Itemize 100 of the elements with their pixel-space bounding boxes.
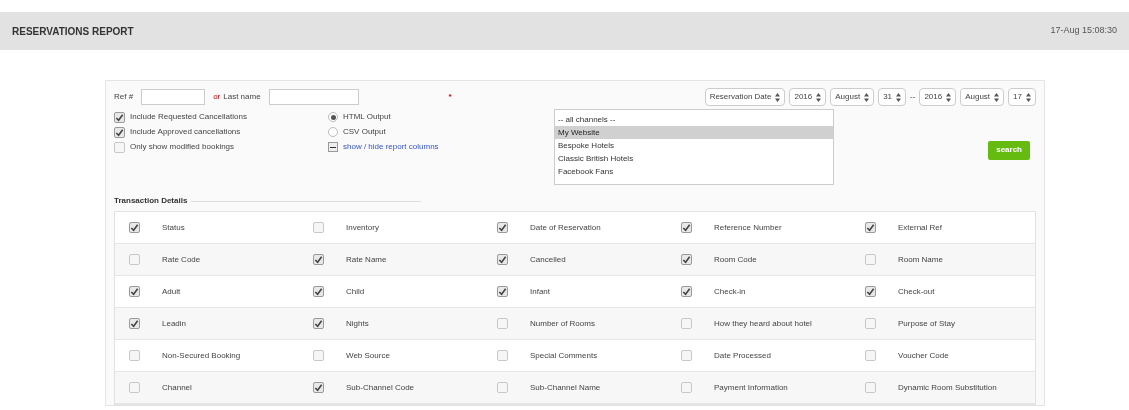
- checkbox[interactable]: [681, 382, 692, 393]
- checkbox[interactable]: [865, 350, 876, 361]
- option-label: Include Approved cancellations: [130, 126, 241, 138]
- checkbox[interactable]: [313, 318, 324, 329]
- column-label: Sub-Channel Name: [530, 381, 601, 394]
- last-name-field[interactable]: [268, 89, 359, 105]
- date-type-select[interactable]: Reservation Date: [704, 88, 786, 106]
- range-separator: --: [910, 91, 916, 103]
- checkbox[interactable]: [681, 318, 692, 329]
- channel-option[interactable]: Classic British Hotels: [555, 152, 833, 165]
- timestamp: 17-Aug 15:08:30: [1050, 24, 1117, 38]
- checkbox[interactable]: [497, 254, 508, 265]
- checkbox[interactable]: [497, 382, 508, 393]
- option-label: Only show modified bookings: [130, 141, 235, 153]
- column-label: Purpose of Stay: [898, 317, 955, 330]
- month-select[interactable]: August: [830, 88, 875, 106]
- checkbox[interactable]: [865, 382, 876, 393]
- checkbox[interactable]: [129, 254, 140, 265]
- column-label: Date of Reservation: [530, 221, 601, 234]
- checkbox[interactable]: [129, 318, 140, 329]
- column-label: How they heard about hotel: [714, 317, 812, 330]
- channel-option[interactable]: My Website: [555, 126, 833, 139]
- checkbox[interactable]: [129, 222, 140, 233]
- column-label: Non-Secured Booking: [162, 349, 241, 362]
- column-label: Dynamic Room Substitution: [898, 381, 997, 394]
- sort-arrows-icon: [816, 92, 822, 102]
- column-label: Check-in: [714, 285, 746, 298]
- column-label: Rate Name: [346, 253, 387, 266]
- column-label: Web Source: [346, 349, 390, 362]
- column-label: External Ref: [898, 221, 943, 234]
- day-select[interactable]: 17: [1008, 88, 1036, 106]
- channel-option[interactable]: -- all channels --: [555, 113, 833, 126]
- month-select[interactable]: August: [960, 88, 1005, 106]
- checkbox[interactable]: [497, 286, 508, 297]
- column-label: Room Code: [714, 253, 757, 266]
- sort-arrows-icon: [994, 92, 1000, 102]
- column-label: Date Processed: [714, 349, 771, 362]
- sort-arrows-icon: [1026, 92, 1031, 102]
- column-label: Adult: [162, 285, 181, 298]
- checkbox[interactable]: [114, 111, 125, 123]
- checkbox[interactable]: [681, 254, 692, 265]
- checkbox[interactable]: [129, 286, 140, 297]
- or-label: or: [213, 91, 221, 103]
- checkbox[interactable]: [114, 126, 125, 138]
- column-label: Channel: [162, 381, 192, 394]
- column-label: Number of Rooms: [530, 317, 595, 330]
- checkbox[interactable]: [865, 318, 876, 329]
- column-label: Cancelled: [530, 253, 566, 266]
- page-title: RESERVATIONS REPORT: [12, 24, 134, 39]
- channel-list[interactable]: -- all channels -- My Website Bespoke Hotels Classic British Hotels Facebook Fans: [554, 109, 834, 185]
- checkbox[interactable]: [129, 350, 140, 361]
- column-label: Inventory: [346, 221, 379, 234]
- checkbox[interactable]: [313, 382, 324, 393]
- column-label: Rate Code: [162, 253, 201, 266]
- sort-arrows-icon: [896, 92, 902, 102]
- sort-arrows-icon: [946, 92, 952, 102]
- checkbox[interactable]: [313, 254, 324, 265]
- year-select[interactable]: 2016: [919, 88, 957, 106]
- ref-label: Ref #: [114, 91, 134, 103]
- required-mark: *: [448, 91, 452, 103]
- radio-button[interactable]: [328, 112, 338, 122]
- column-label: Reference Number: [714, 221, 782, 234]
- channel-option[interactable]: Facebook Fans: [555, 165, 833, 178]
- column-label: Leadin: [162, 317, 187, 330]
- checkbox[interactable]: [865, 286, 876, 297]
- column-label: Status: [162, 221, 185, 234]
- column-label: Sub-Channel Code: [346, 381, 415, 394]
- column-label: Voucher Code: [898, 349, 949, 362]
- output-label: CSV Output: [343, 126, 386, 138]
- channel-option[interactable]: Bespoke Hotels: [555, 139, 833, 152]
- checkbox[interactable]: [129, 382, 140, 393]
- checkbox[interactable]: [865, 222, 876, 233]
- collapse-icon[interactable]: [328, 142, 338, 152]
- columns-toggle-link[interactable]: show / hide report columns: [343, 141, 439, 153]
- checkbox[interactable]: [313, 222, 324, 233]
- checkbox[interactable]: [681, 222, 692, 233]
- day-select[interactable]: 31: [878, 88, 907, 106]
- column-label: Nights: [346, 317, 369, 330]
- checkbox[interactable]: [313, 286, 324, 297]
- column-label: Child: [346, 285, 365, 298]
- checkbox[interactable]: [497, 318, 508, 329]
- section-title: Transaction Details: [114, 195, 188, 207]
- column-label: Check-out: [898, 285, 935, 298]
- ref-field[interactable]: [141, 89, 206, 105]
- radio-button[interactable]: [328, 127, 338, 137]
- column-label: Special Comments: [530, 349, 598, 362]
- output-label: HTML Output: [343, 111, 391, 123]
- checkbox[interactable]: [497, 350, 508, 361]
- checkbox[interactable]: [114, 141, 125, 153]
- checkbox[interactable]: [681, 350, 692, 361]
- last-name-label: Last name: [223, 91, 261, 103]
- column-label: Infant: [530, 285, 550, 298]
- option-label: Include Requested Cancellations: [130, 111, 247, 123]
- checkbox[interactable]: [865, 254, 876, 265]
- sort-arrows-icon: [775, 92, 781, 102]
- checkbox[interactable]: [681, 286, 692, 297]
- column-label: Room Name: [898, 253, 943, 266]
- checkbox[interactable]: [497, 222, 508, 233]
- checkbox[interactable]: [313, 350, 324, 361]
- year-select[interactable]: 2016: [789, 88, 827, 106]
